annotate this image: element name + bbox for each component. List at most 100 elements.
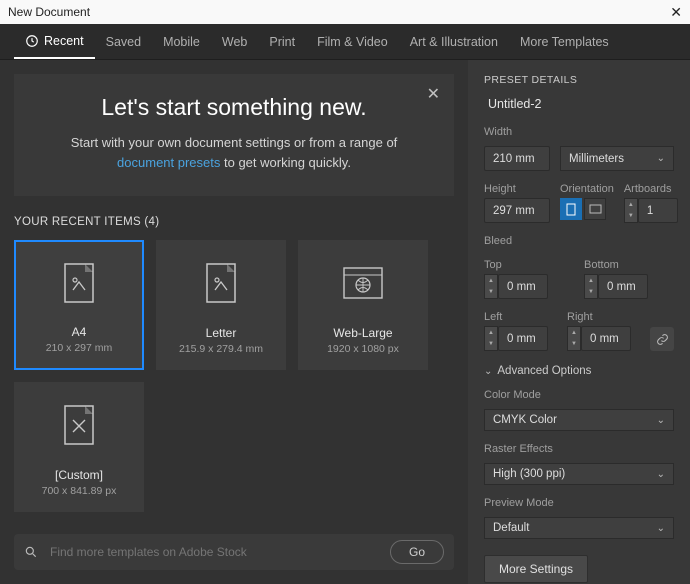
units-value: Millimeters <box>569 153 624 165</box>
orientation-label: Orientation <box>560 183 614 195</box>
tab-label: More Templates <box>520 35 609 49</box>
color-mode-label: Color Mode <box>484 389 674 401</box>
bleed-left-stepper[interactable]: ▲▼0 mm <box>484 326 557 351</box>
recents-heading: YOUR RECENT ITEMS (4) <box>14 216 454 228</box>
artboards-label: Artboards <box>624 183 678 195</box>
tab-film-video[interactable]: Film & Video <box>306 24 399 59</box>
stock-search-input[interactable] <box>50 545 378 559</box>
titlebar: New Document ✕ <box>0 0 690 24</box>
stock-search-bar: Go <box>14 534 454 570</box>
tab-label: Print <box>269 35 295 49</box>
tab-label: Recent <box>44 34 84 48</box>
tab-mobile[interactable]: Mobile <box>152 24 211 59</box>
recents-grid: A4 210 x 297 mm Letter 215.9 x 279.4 mm … <box>14 240 454 512</box>
tab-label: Saved <box>106 35 141 49</box>
bleed-label: Bleed <box>484 235 674 247</box>
preset-card-custom[interactable]: [Custom] 700 x 841.89 px <box>14 382 144 512</box>
height-input[interactable]: 297 mm <box>484 198 550 223</box>
tab-label: Mobile <box>163 35 200 49</box>
intro-title: Let's start something new. <box>44 94 424 121</box>
bleed-bottom-stepper[interactable]: ▲▼0 mm <box>584 274 674 299</box>
color-mode-value: CMYK Color <box>493 414 557 426</box>
card-dims: 1920 x 1080 px <box>327 343 399 355</box>
card-dims: 215.9 x 279.4 mm <box>179 343 263 355</box>
artboards-stepper[interactable]: ▲▼ 1 <box>624 198 678 223</box>
chevron-down-icon: ⌄ <box>657 469 665 480</box>
search-icon <box>24 545 38 559</box>
width-input[interactable]: 210 mm <box>484 146 550 171</box>
chevron-down-icon: ⌄ <box>484 366 492 377</box>
step-down-icon[interactable]: ▼ <box>625 211 637 223</box>
go-button[interactable]: Go <box>390 540 444 564</box>
doc-icon <box>203 241 239 324</box>
preview-label: Preview Mode <box>484 497 674 509</box>
bleed-right-label: Right <box>567 311 640 323</box>
raster-value: High (300 ppi) <box>493 468 565 480</box>
raster-label: Raster Effects <box>484 443 674 455</box>
chevron-down-icon: ⌄ <box>657 523 665 534</box>
color-mode-select[interactable]: CMYK Color⌄ <box>484 409 674 431</box>
bleed-right-stepper[interactable]: ▲▼0 mm <box>567 326 640 351</box>
intro-banner: ✕ Let's start something new. Start with … <box>14 74 454 196</box>
intro-text: Start with your own document settings or… <box>44 133 424 172</box>
bleed-left-value[interactable]: 0 mm <box>498 326 548 351</box>
tab-label: Film & Video <box>317 35 388 49</box>
units-select[interactable]: Millimeters ⌄ <box>560 146 674 171</box>
preset-card-a4[interactable]: A4 210 x 297 mm <box>14 240 144 370</box>
category-tabs: Recent Saved Mobile Web Print Film & Vid… <box>0 24 690 60</box>
document-presets-link[interactable]: document presets <box>117 155 220 170</box>
intro-line1: Start with your own document settings or… <box>71 135 398 150</box>
height-label: Height <box>484 183 550 195</box>
tab-print[interactable]: Print <box>258 24 306 59</box>
tab-art-illustration[interactable]: Art & Illustration <box>399 24 509 59</box>
landscape-icon <box>589 204 602 214</box>
preset-heading: PRESET DETAILS <box>484 74 674 86</box>
bleed-top-label: Top <box>484 259 574 271</box>
preset-card-web-large[interactable]: Web-Large 1920 x 1080 px <box>298 240 428 370</box>
portrait-icon <box>566 203 576 216</box>
bleed-top-stepper[interactable]: ▲▼0 mm <box>484 274 574 299</box>
window-close-icon[interactable]: ✕ <box>670 4 682 21</box>
preset-details-panel: PRESET DETAILS Untitled-2 Width 210 mm M… <box>468 60 690 584</box>
orientation-landscape-button[interactable] <box>584 198 606 220</box>
window-title: New Document <box>8 5 90 19</box>
tab-recent[interactable]: Recent <box>14 24 95 59</box>
doc-icon <box>61 242 97 323</box>
card-label: Letter <box>206 326 237 340</box>
step-up-icon[interactable]: ▲ <box>625 199 637 211</box>
card-dims: 210 x 297 mm <box>46 342 113 354</box>
orientation-portrait-button[interactable] <box>560 198 582 220</box>
filename-field[interactable]: Untitled-2 <box>484 94 674 114</box>
preview-value: Default <box>493 522 529 534</box>
bleed-bottom-label: Bottom <box>584 259 674 271</box>
intro-line2: to get working quickly. <box>220 155 351 170</box>
web-icon <box>342 241 384 324</box>
tab-web[interactable]: Web <box>211 24 258 59</box>
card-label: Web-Large <box>333 326 392 340</box>
tab-more-templates[interactable]: More Templates <box>509 24 620 59</box>
advanced-label: Advanced Options <box>497 365 591 377</box>
advanced-options-toggle[interactable]: ⌄ Advanced Options <box>484 365 674 377</box>
bleed-top-value[interactable]: 0 mm <box>498 274 548 299</box>
tab-saved[interactable]: Saved <box>95 24 152 59</box>
preview-select[interactable]: Default ⌄ <box>484 517 674 539</box>
chevron-down-icon: ⌄ <box>657 153 665 164</box>
bleed-left-label: Left <box>484 311 557 323</box>
bleed-bottom-value[interactable]: 0 mm <box>598 274 648 299</box>
clock-icon <box>25 34 39 48</box>
left-panel: ✕ Let's start something new. Start with … <box>0 60 468 584</box>
card-dims: 700 x 841.89 px <box>42 485 117 497</box>
preset-card-letter[interactable]: Letter 215.9 x 279.4 mm <box>156 240 286 370</box>
link-bleed-icon[interactable] <box>650 327 674 351</box>
custom-icon <box>61 383 97 466</box>
width-label: Width <box>484 126 674 138</box>
card-label: A4 <box>72 325 87 339</box>
tab-label: Art & Illustration <box>410 35 498 49</box>
raster-select[interactable]: High (300 ppi) ⌄ <box>484 463 674 485</box>
tab-label: Web <box>222 35 247 49</box>
card-label: [Custom] <box>55 468 103 482</box>
bleed-right-value[interactable]: 0 mm <box>581 326 631 351</box>
artboards-value[interactable]: 1 <box>638 198 678 223</box>
more-settings-button[interactable]: More Settings <box>484 555 588 583</box>
dismiss-intro-icon[interactable]: ✕ <box>427 84 440 104</box>
